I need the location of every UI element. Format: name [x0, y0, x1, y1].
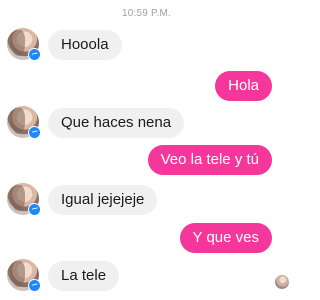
- messenger-badge-icon: [28, 203, 41, 216]
- incoming-message-bubble[interactable]: Hooola: [48, 30, 122, 60]
- contact-avatar[interactable]: [7, 28, 41, 61]
- contact-avatar[interactable]: [7, 106, 41, 139]
- messenger-badge-icon: [28, 279, 41, 292]
- seen-avatar-icon: [275, 275, 289, 289]
- contact-avatar[interactable]: [7, 259, 41, 292]
- incoming-message-bubble[interactable]: Igual jejejeje: [48, 185, 158, 215]
- outgoing-message-bubble[interactable]: Hola: [215, 71, 272, 101]
- messenger-badge-icon: [28, 126, 41, 139]
- messenger-badge-icon: [28, 48, 41, 61]
- incoming-message-bubble[interactable]: Que haces nena: [48, 108, 185, 138]
- contact-avatar[interactable]: [7, 183, 41, 216]
- outgoing-message-bubble[interactable]: Veo la tele y tú: [147, 145, 272, 175]
- incoming-message-bubble[interactable]: La tele: [48, 261, 120, 291]
- chat-timestamp: 10:59 P.M.: [121, 8, 172, 19]
- outgoing-message-bubble[interactable]: Y que ves: [179, 223, 272, 253]
